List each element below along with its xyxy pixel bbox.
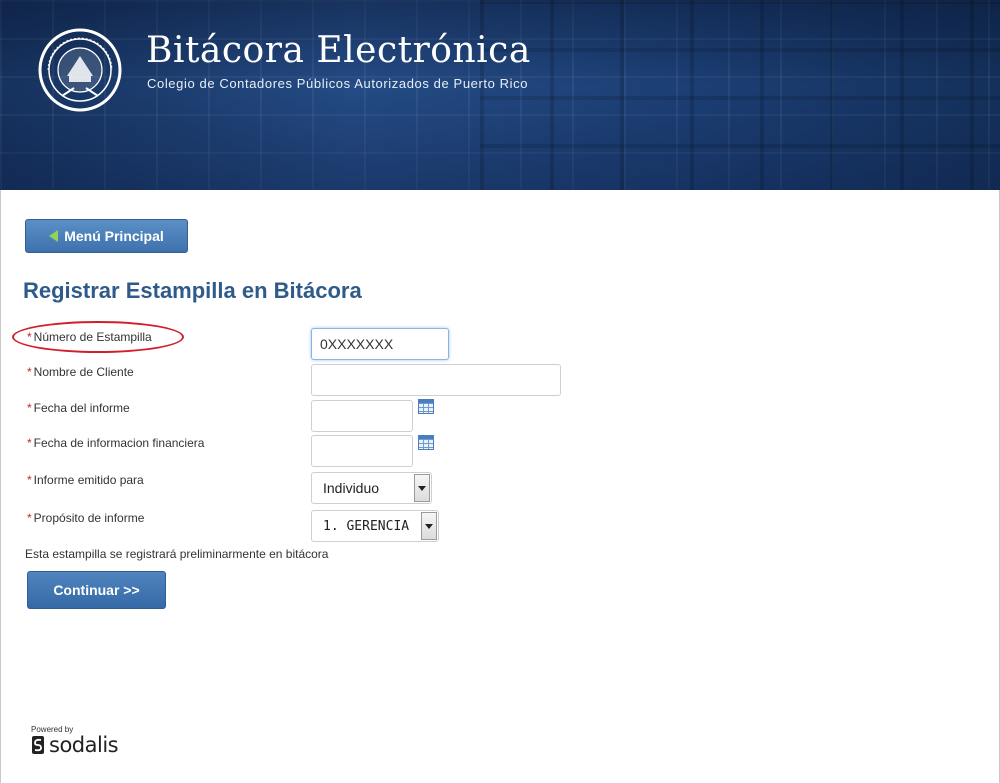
main-menu-button[interactable]: Menú Principal (25, 219, 188, 253)
main-content: Menú Principal Registrar Estampilla en B… (0, 190, 1000, 783)
financial-info-date-input[interactable] (311, 435, 413, 467)
issued-for-label: * Informe emitido para (27, 473, 144, 487)
report-date-label: * Fecha del informe (27, 401, 130, 415)
required-mark: * (27, 401, 32, 415)
issued-for-value: Individuo (323, 480, 380, 496)
header-banner: Bitácora Electrónica Colegio de Contador… (0, 0, 1000, 190)
stamp-number-input[interactable] (311, 328, 449, 360)
sodalis-brand-text: sodalis (49, 733, 119, 757)
report-purpose-label: * Propósito de informe (27, 511, 145, 525)
app-title: Bitácora Electrónica (146, 30, 531, 71)
report-purpose-value: 1. GERENCIA (323, 518, 410, 534)
header-background (480, 0, 1000, 190)
calendar-icon[interactable] (418, 435, 434, 450)
main-menu-button-label: Menú Principal (64, 228, 164, 244)
required-mark: * (27, 365, 32, 379)
client-name-label: * Nombre de Cliente (27, 365, 134, 379)
issued-for-select[interactable]: Individuo (311, 472, 432, 504)
calendar-icon[interactable] (418, 399, 434, 414)
continue-button[interactable]: Continuar >> (27, 571, 166, 609)
required-mark: * (27, 473, 32, 487)
required-mark: * (27, 330, 32, 344)
app-subtitle: Colegio de Contadores Públicos Autorizad… (147, 76, 529, 91)
required-mark: * (27, 436, 32, 450)
report-purpose-select[interactable]: 1. GERENCIA (311, 510, 439, 542)
page-title: Registrar Estampilla en Bitácora (23, 278, 362, 303)
client-name-input[interactable] (311, 364, 561, 396)
seal-logo-icon (38, 28, 122, 112)
chevron-down-icon (425, 523, 433, 529)
required-mark: * (27, 511, 32, 525)
back-arrow-icon (49, 230, 59, 242)
registration-note: Esta estampilla se registrará preliminar… (25, 547, 329, 561)
sodalis-mark-icon (32, 736, 44, 754)
sodalis-logo: sodalis (31, 733, 119, 757)
report-date-input[interactable] (311, 400, 413, 432)
dropdown-button[interactable] (421, 512, 437, 540)
stamp-number-label: * Número de Estampilla (27, 330, 152, 344)
dropdown-button[interactable] (414, 474, 430, 502)
financial-info-date-label: * Fecha de informacion financiera (27, 436, 205, 450)
chevron-down-icon (418, 485, 426, 491)
